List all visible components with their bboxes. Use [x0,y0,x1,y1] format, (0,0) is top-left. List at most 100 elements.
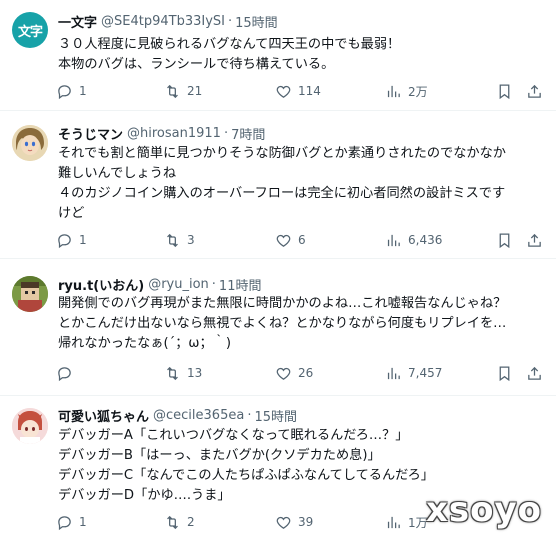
timestamp[interactable]: 7時間 [231,124,265,143]
tweet-text-line: デバッガーB「はーっ、またバグか(クソデカため息)」 [58,448,381,463]
views-button[interactable]: 6,436 [385,230,442,250]
like-button[interactable]: 39 [275,512,313,532]
like-button[interactable]: 26 [275,363,313,383]
tweet-text-line: ４のカジノコイン購入のオーバーフローは完全に初心者同然の設計ミスです [58,186,506,201]
reply-count: 1 [79,84,87,98]
action-bar: 1 21 114 2万 [56,81,544,101]
avatar[interactable] [12,408,48,444]
views-chart-icon [387,516,400,528]
avatar-image [12,276,48,312]
bookmark-icon [499,232,510,248]
like-count: 114 [298,84,321,98]
reply-icon [58,233,71,248]
retweet-icon [167,515,178,529]
retweet-button[interactable]: 2 [164,512,195,532]
tweet-text: それでも割と簡単に見つかりそうな防御バグとか素通りされたのでなかなか 難しいんで… [58,144,544,224]
tweet-header: 可愛い狐ちゃん @cecile365ea · 15時間 [58,406,297,425]
reply-button[interactable]: 1 [56,230,87,250]
heart-icon [276,234,291,247]
reply-button[interactable]: 1 [56,512,87,532]
retweet-icon [167,84,178,98]
avatar[interactable] [12,276,48,312]
reply-icon [58,366,71,381]
share-icon [528,366,541,380]
tweet-text-line: とかこんだけ出ないなら無視でよくね？とかなりながら何度もリプレイを… [58,316,507,331]
heart-icon [276,85,291,98]
tweet-text-line: それでも割と簡単に見つかりそうな防御バグとか素通りされたのでなかなか [58,146,506,161]
views-chart-icon [387,85,400,97]
views-count: 2万 [408,84,428,99]
user-handle[interactable]: @ryu_ion [148,277,209,292]
avatar[interactable]: 文字 [12,12,48,48]
share-icon [528,233,541,247]
share-icon [528,84,541,98]
bookmark-icon [499,365,510,381]
retweet-button[interactable]: 13 [164,363,202,383]
retweet-button[interactable]: 21 [164,81,202,101]
tweet[interactable]: 文字 一文字 @SE4tp94Tb33IySI · 15時間 ３０人程度に見破ら… [0,0,556,111]
tweet-text-line: 本物のバグは、ランシールで待ち構えている。 [58,57,335,72]
views-button[interactable]: 1万 [385,512,428,532]
retweet-count: 13 [187,366,203,380]
like-count: 26 [298,366,314,380]
separator-dot: · [228,13,233,29]
avatar[interactable] [12,125,48,161]
timestamp[interactable]: 15時間 [254,406,297,425]
tweet-text-line: デバッガーC「なんでこの人たちぱふぱふなんてしてるんだろ」 [58,468,434,483]
user-handle[interactable]: @cecile365ea [153,408,244,423]
action-bar: 1 3 6 6,436 [56,230,544,250]
retweet-icon [167,366,178,380]
tweet[interactable]: ryu.t(いおん) @ryu_ion · 11時間 開発側でのバグ再現がまた無… [0,259,556,396]
separator-dot: · [247,407,252,423]
tweet-text-line: 難しいんでしょうね [58,166,177,181]
action-bar: 13 26 7,457 [56,363,544,383]
reply-icon [58,84,71,99]
like-button[interactable]: 114 [275,81,321,101]
views-count: 6,436 [408,233,443,247]
share-button[interactable] [526,230,543,250]
tweet-text-line: けど [58,206,85,221]
share-button[interactable] [526,81,543,101]
retweet-button[interactable]: 3 [164,230,195,250]
heart-icon [276,516,291,529]
reply-button[interactable] [56,363,79,383]
tweet-text-line: 帰れなかったなぁ(´；ω；｀) [58,336,231,351]
like-button[interactable]: 6 [275,230,306,250]
bookmark-icon [499,83,510,99]
separator-dot: · [223,125,229,141]
reply-button[interactable]: 1 [56,81,87,101]
timestamp[interactable]: 15時間 [235,12,278,31]
display-name[interactable]: ryu.t(いおん) [58,275,144,294]
separator-dot: · [211,276,216,292]
views-count: 7,457 [408,366,443,380]
views-chart-icon [387,367,400,379]
views-chart-icon [387,234,400,246]
avatar-image [12,125,48,161]
retweet-count: 3 [187,233,195,247]
avatar-image [12,408,48,444]
tweet-text: ３０人程度に見破られるバグなんて四天王の中でも最弱！ 本物のバグは、ランシールで… [58,35,544,75]
display-name[interactable]: 可愛い狐ちゃん [58,406,149,425]
tweet[interactable]: そうじマン @hirosan1911 · 7時間 それでも割と簡単に見つかりそう… [0,111,556,259]
bookmark-button[interactable] [496,363,513,383]
tweet-text: 開発側でのバグ再現がまた無限に時間かかのよね…これ嘘報告なんじゃね？ とかこんだ… [58,294,544,354]
retweet-count: 2 [187,515,195,529]
views-button[interactable]: 7,457 [385,363,442,383]
user-handle[interactable]: @hirosan1911 [127,126,221,141]
tweet-header: そうじマン @hirosan1911 · 7時間 [58,124,265,143]
reply-count: 1 [79,233,87,247]
share-button[interactable] [526,363,543,383]
retweet-count: 21 [187,84,203,98]
display-name[interactable]: そうじマン [58,124,123,143]
like-count: 6 [298,233,306,247]
display-name[interactable]: 一文字 [58,12,97,31]
views-button[interactable]: 2万 [385,81,428,101]
timestamp[interactable]: 11時間 [219,275,262,294]
tweet-text-line: デバッガーA「これいつバグなくなって眠れるんだろ…？」 [58,428,409,443]
user-handle[interactable]: @SE4tp94Tb33IySI [101,14,225,29]
heart-icon [276,367,291,380]
bookmark-button[interactable] [496,230,513,250]
reply-count: 1 [79,515,87,529]
bookmark-button[interactable] [496,81,513,101]
views-count: 1万 [408,515,428,530]
